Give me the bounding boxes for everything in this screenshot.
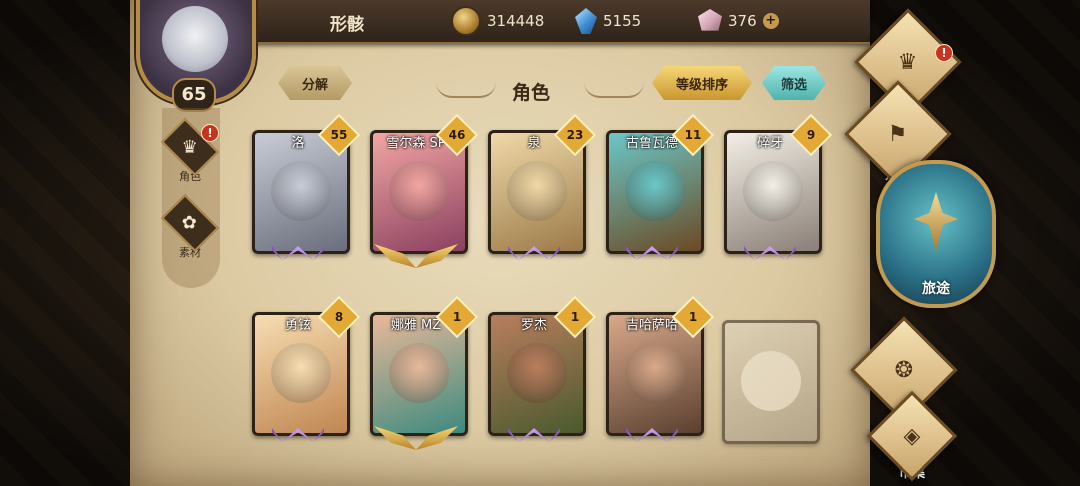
character-level: 1	[688, 310, 698, 324]
title-ornament-right	[584, 82, 644, 98]
crystal-icon	[698, 9, 722, 31]
character-portrait	[507, 161, 567, 221]
character-portrait	[389, 343, 449, 403]
character-portrait	[389, 161, 449, 221]
locked-card-art	[722, 320, 820, 444]
market-icon: ◈	[866, 390, 958, 482]
journey-emblem-icon	[914, 192, 958, 252]
character-level: 55	[330, 128, 348, 142]
decompose-button[interactable]: 分解	[278, 66, 352, 100]
character-level: 8	[334, 310, 344, 324]
character-portrait	[743, 161, 803, 221]
add-crystal-button[interactable]: +	[762, 13, 779, 29]
gem-icon	[575, 8, 597, 34]
gold-value: 314448	[487, 12, 545, 30]
material-icon: ✿	[161, 194, 219, 252]
character-portrait	[507, 343, 567, 403]
character-card[interactable]: 娜雅 MZ 1	[368, 295, 479, 450]
filter-button[interactable]: 筛选	[762, 66, 826, 100]
gem-value: 5155	[603, 12, 642, 30]
character-level: 1	[570, 310, 580, 324]
character-card[interactable]: 吉哈萨哈 1	[604, 295, 715, 442]
locked-portrait	[741, 351, 801, 411]
gold-counter: 314448	[451, 6, 544, 36]
soul-book-alert-badge: !	[935, 44, 953, 62]
character-level: 23	[566, 128, 584, 142]
top-bar: 形骸 314448 5155 376 +	[205, 0, 870, 44]
avatar-wolf-portrait	[162, 6, 228, 72]
locked-character-card[interactable]	[720, 316, 820, 450]
coin-icon	[451, 6, 481, 36]
market-button[interactable]: ◈ 市集	[866, 390, 958, 482]
character-portrait	[625, 343, 685, 403]
journey-button[interactable]: 旅途	[876, 160, 996, 308]
gem-counter: 5155	[575, 6, 641, 36]
character-card[interactable]: 泉 23	[486, 113, 597, 260]
tab-material[interactable]: ✿ 素材	[160, 194, 220, 260]
character-card[interactable]: 碎牙 9	[722, 113, 833, 260]
sort-by-level-button[interactable]: 等级排序	[652, 66, 752, 100]
title-ornament-left	[436, 82, 496, 98]
player-name: 形骸	[330, 15, 364, 35]
character-level: 9	[806, 128, 816, 142]
character-portrait	[625, 161, 685, 221]
character-alert-badge: !	[201, 124, 219, 142]
character-card[interactable]: 雪尔森 SP 46	[368, 113, 479, 268]
character-card[interactable]: 勇铉 8	[250, 295, 361, 442]
panel-title: 角色	[512, 82, 551, 104]
character-card[interactable]: 古鲁瓦德 11	[604, 113, 715, 260]
character-card[interactable]: 罗杰 1	[486, 295, 597, 442]
character-card[interactable]: 洛 55	[250, 113, 361, 260]
character-level: 46	[448, 128, 466, 142]
crystal-value: 376	[728, 12, 757, 30]
character-portrait	[271, 161, 331, 221]
character-level: 11	[684, 128, 702, 142]
character-portrait	[271, 343, 331, 403]
player-level: 65	[172, 78, 216, 112]
crystal-counter: 376 +	[698, 6, 779, 36]
journey-label: 旅途	[922, 281, 950, 297]
character-level: 1	[452, 310, 462, 324]
